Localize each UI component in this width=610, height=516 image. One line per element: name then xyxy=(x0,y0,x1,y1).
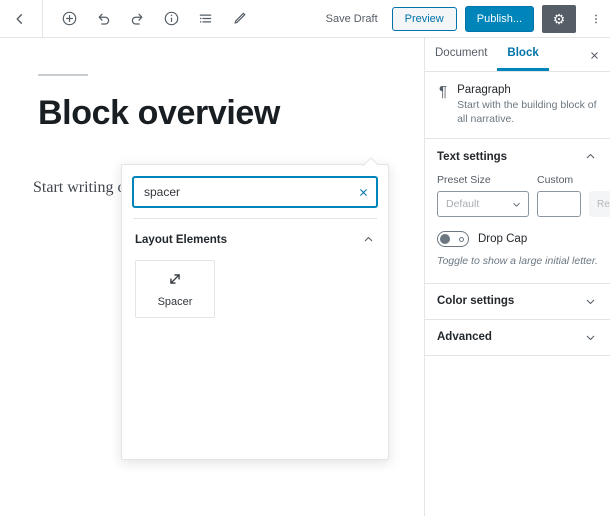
toolbar-left-group xyxy=(0,0,255,38)
selected-block-card: ¶ Paragraph Start with the building bloc… xyxy=(425,72,610,138)
content-info-button[interactable] xyxy=(155,3,187,35)
reset-font-size-button[interactable]: Reset xyxy=(589,191,610,218)
close-sidebar-button[interactable] xyxy=(582,43,606,67)
preset-size-select[interactable]: Default xyxy=(437,191,529,218)
preset-size-label: Preset Size xyxy=(437,174,491,187)
resize-diagonal-icon xyxy=(166,270,184,293)
toggle-knob xyxy=(440,234,450,245)
settings-sidebar: Document Block ¶ Paragraph Start with th… xyxy=(424,38,610,516)
paragraph-icon: ¶ xyxy=(439,83,448,100)
block-inserter-popover: Layout Elements Spacer xyxy=(121,164,389,460)
editor-toolbar: Save Draft Preview Publish... ⚙ xyxy=(0,0,610,38)
toolbar-tools xyxy=(47,3,255,35)
block-card-title: Paragraph xyxy=(457,84,511,96)
panel-title: Advanced xyxy=(437,331,492,344)
toggle-off-marker xyxy=(459,237,464,243)
settings-button[interactable]: ⚙ xyxy=(542,5,576,33)
preset-size-value: Default xyxy=(446,198,480,211)
preset-size-field: Preset Size Default xyxy=(437,174,529,218)
title-rule xyxy=(38,74,88,76)
clear-search-button[interactable] xyxy=(350,179,376,205)
toolbar-right-group: Save Draft Preview Publish... ⚙ xyxy=(320,0,610,38)
panel-header-color-settings[interactable]: Color settings xyxy=(425,284,610,319)
chevron-down-icon xyxy=(511,199,522,210)
add-block-button[interactable] xyxy=(53,3,85,35)
panel-color-settings: Color settings xyxy=(425,282,610,319)
panel-title: Color settings xyxy=(437,295,515,308)
chevron-down-icon xyxy=(584,295,597,308)
inserter-search-area xyxy=(122,165,388,218)
panel-header-advanced[interactable]: Advanced xyxy=(425,320,610,355)
sidebar-empty-area xyxy=(425,354,610,516)
block-editor-app: Save Draft Preview Publish... ⚙ Block ov… xyxy=(0,0,610,516)
more-options-button[interactable] xyxy=(584,3,608,35)
custom-size-label: Custom xyxy=(537,174,574,187)
tab-block[interactable]: Block xyxy=(497,38,549,71)
preview-button[interactable]: Preview xyxy=(391,7,457,31)
block-navigation-button[interactable] xyxy=(189,3,221,35)
category-header-layout-elements[interactable]: Layout Elements xyxy=(122,219,388,256)
sidebar-tabs: Document Block xyxy=(425,38,610,72)
chevron-down-icon xyxy=(584,331,597,344)
back-button[interactable] xyxy=(0,3,40,35)
block-card-description: Start with the building block of all nar… xyxy=(457,99,597,126)
panel-advanced: Advanced xyxy=(425,318,610,355)
drop-cap-label: Drop Cap xyxy=(478,233,528,246)
search-input[interactable] xyxy=(134,185,350,199)
publish-button[interactable]: Publish... xyxy=(464,6,534,32)
undo-button[interactable] xyxy=(87,3,119,35)
chevron-up-icon xyxy=(584,150,597,163)
custom-size-field: Custom xyxy=(537,174,581,218)
panel-body-text-settings: Preset Size Default Custom Reset xyxy=(425,174,610,282)
panel-text-settings: Text settings Preset Size Default Custom… xyxy=(425,138,610,282)
post-title[interactable]: Block overview xyxy=(38,94,424,133)
block-card-text: Paragraph Start with the building block … xyxy=(457,84,600,126)
block-type-label: Spacer xyxy=(157,296,193,308)
font-size-controls: Preset Size Default Custom Reset xyxy=(437,174,610,218)
redo-button[interactable] xyxy=(121,3,153,35)
chevron-up-icon xyxy=(362,233,375,246)
edit-mode-button[interactable] xyxy=(223,3,255,35)
drop-cap-toggle[interactable] xyxy=(437,231,469,248)
save-draft-button[interactable]: Save Draft xyxy=(320,9,384,29)
search-box[interactable] xyxy=(133,177,377,207)
block-type-spacer[interactable]: Spacer xyxy=(135,260,215,318)
drop-cap-row: Drop Cap xyxy=(437,231,598,248)
drop-cap-help-text: Toggle to show a large initial letter. xyxy=(437,255,598,268)
tab-document[interactable]: Document xyxy=(425,38,497,71)
panel-title: Text settings xyxy=(437,150,508,163)
custom-size-input[interactable] xyxy=(537,191,581,218)
category-title: Layout Elements xyxy=(135,233,228,246)
popover-arrow xyxy=(362,157,378,166)
block-type-grid: Spacer xyxy=(122,256,388,318)
toolbar-divider xyxy=(42,0,43,38)
panel-header-text-settings[interactable]: Text settings xyxy=(425,139,610,174)
